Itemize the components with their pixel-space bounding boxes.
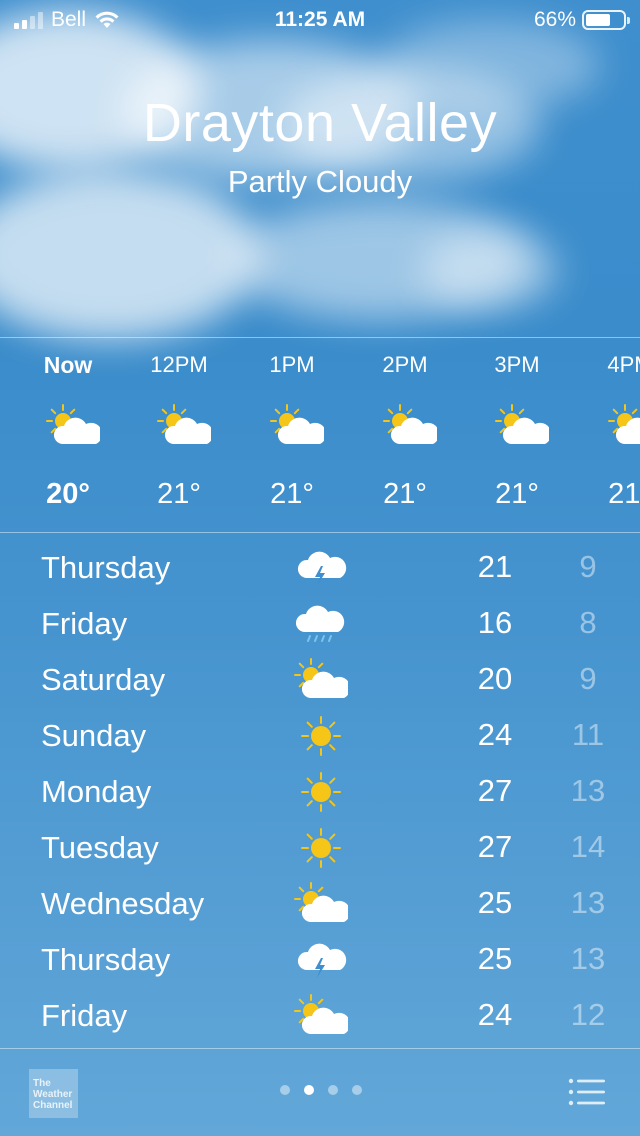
day-name: Saturday xyxy=(41,662,166,697)
daily-row: Monday 27 13 xyxy=(0,764,640,820)
low-temp: 13 xyxy=(570,941,606,976)
sun-icon xyxy=(294,826,348,870)
high-temp: 20 xyxy=(477,661,513,696)
daily-row: Saturday 20 9 xyxy=(0,652,640,708)
hour-label: 2PM xyxy=(382,352,428,377)
page-dot[interactable] xyxy=(280,1085,290,1095)
page-dot[interactable] xyxy=(352,1085,362,1095)
low-temp: 8 xyxy=(579,605,597,640)
partly-cloudy-icon xyxy=(383,404,440,446)
list-icon[interactable] xyxy=(568,1077,606,1107)
low-temp: 12 xyxy=(570,997,606,1032)
thunderstorm-icon xyxy=(294,938,348,982)
day-name: Monday xyxy=(41,774,152,809)
day-name: Friday xyxy=(41,998,128,1033)
hourly-bottom-divider xyxy=(0,532,640,533)
sun-icon xyxy=(294,714,348,758)
status-bar: Bell 11:25 AM 66% xyxy=(0,0,640,40)
partly-cloudy-icon xyxy=(495,404,552,446)
hour-temp: 21° xyxy=(383,478,427,510)
hour-temp: 21° xyxy=(157,478,201,510)
high-temp: 21 xyxy=(477,549,513,584)
low-temp: 9 xyxy=(579,661,597,696)
daily-row: Friday 16 8 xyxy=(0,596,640,652)
daily-row: Friday 24 12 xyxy=(0,988,640,1044)
partly-cloudy-icon xyxy=(294,658,351,702)
sun-icon xyxy=(294,770,348,814)
high-temp: 24 xyxy=(477,997,513,1032)
daily-row: Tuesday 27 14 xyxy=(0,820,640,876)
low-temp: 14 xyxy=(570,829,606,864)
day-name: Sunday xyxy=(41,718,147,753)
low-temp: 13 xyxy=(570,885,606,920)
low-temp: 11 xyxy=(571,717,605,752)
daily-row: Thursday 21 9 xyxy=(0,540,640,596)
high-temp: 24 xyxy=(477,717,513,752)
day-name: Friday xyxy=(41,606,128,641)
rain-icon xyxy=(294,602,348,646)
hour-temp: 20° xyxy=(46,478,90,510)
high-temp: 16 xyxy=(477,605,513,640)
partly-cloudy-icon xyxy=(294,994,351,1038)
hourly-forecast[interactable]: Now 20° 12PM 21° 1PM 21° 2PM 21° 3PM 21°… xyxy=(0,338,640,532)
page-indicator[interactable] xyxy=(280,1085,362,1095)
hour-temp: 21° xyxy=(608,478,640,510)
hour-label: 3PM xyxy=(494,352,540,377)
thunderstorm-icon xyxy=(294,546,348,590)
hour-label: Now xyxy=(43,352,93,378)
daily-row: Wednesday 25 13 xyxy=(0,876,640,932)
hour-temp: 21° xyxy=(270,478,314,510)
day-name: Thursday xyxy=(41,942,171,977)
low-temp: 13 xyxy=(570,773,606,808)
high-temp: 25 xyxy=(477,941,513,976)
page-dot[interactable] xyxy=(328,1085,338,1095)
current-condition: Partly Cloudy xyxy=(227,164,413,199)
high-temp: 27 xyxy=(477,773,513,808)
high-temp: 25 xyxy=(477,885,513,920)
hour-temp: 21° xyxy=(495,478,539,510)
hour-label: 4PM xyxy=(607,352,640,377)
page-dot[interactable] xyxy=(304,1085,314,1095)
hour-label: 1PM xyxy=(269,352,315,377)
battery-percent: 66% xyxy=(533,8,576,31)
high-temp: 27 xyxy=(477,829,513,864)
low-temp: 9 xyxy=(579,549,597,584)
daily-row: Thursday 25 13 xyxy=(0,932,640,988)
day-name: Tuesday xyxy=(41,830,159,865)
partly-cloudy-icon xyxy=(46,404,103,446)
city-name: Drayton Valley xyxy=(142,93,498,153)
day-name: Thursday xyxy=(41,550,171,585)
partly-cloudy-icon xyxy=(608,404,640,446)
battery-icon xyxy=(582,10,630,30)
partly-cloudy-icon xyxy=(294,882,351,926)
day-name: Wednesday xyxy=(41,886,205,921)
hour-label: 12PM xyxy=(150,352,208,377)
weather-channel-logo[interactable]: The Weather Channel xyxy=(29,1069,78,1118)
daily-row: Sunday 24 11 xyxy=(0,708,640,764)
footer: The Weather Channel xyxy=(0,1049,640,1136)
partly-cloudy-icon xyxy=(270,404,327,446)
partly-cloudy-icon xyxy=(157,404,214,446)
